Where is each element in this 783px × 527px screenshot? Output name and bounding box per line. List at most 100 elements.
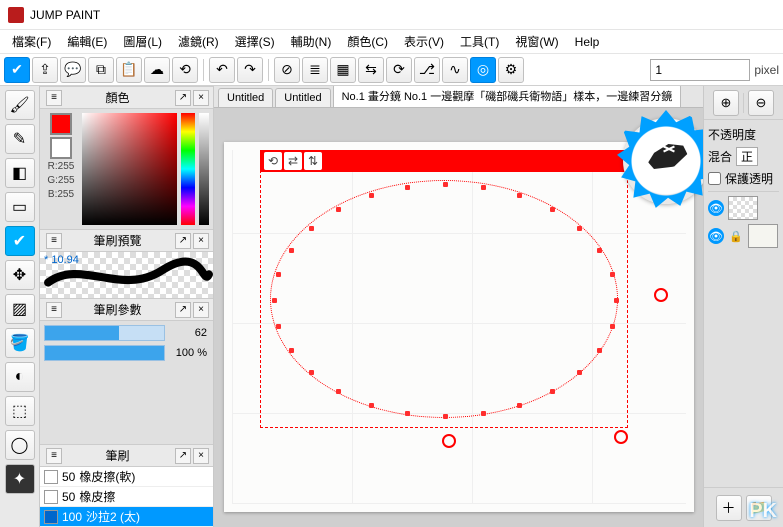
confirm-button[interactable]: ✔ xyxy=(4,57,30,83)
ellipse-anchor[interactable] xyxy=(289,248,294,253)
move-tool[interactable]: ✥ xyxy=(5,260,35,290)
export-button[interactable]: ⇪ xyxy=(32,57,58,83)
settings-icon[interactable]: ⚙ xyxy=(498,57,524,83)
lasso-tool[interactable]: ◯ xyxy=(5,430,35,460)
menu-tool[interactable]: 工具(T) xyxy=(452,31,507,52)
panel-detach-icon[interactable]: ↗ xyxy=(175,233,191,249)
panel-detach-icon[interactable]: ↗ xyxy=(175,302,191,318)
ellipse-anchor[interactable] xyxy=(405,411,410,416)
ellipse-anchor[interactable] xyxy=(550,207,555,212)
blend-select[interactable]: 正 xyxy=(736,147,758,166)
curve-icon[interactable]: ∿ xyxy=(442,57,468,83)
undo-button[interactable]: ↶ xyxy=(209,57,235,83)
brush-row[interactable]: 100 沙拉2 (太) xyxy=(40,507,213,527)
ellipse-anchor[interactable] xyxy=(405,185,410,190)
transform-flip-v-icon[interactable]: ⇅ xyxy=(304,152,322,170)
tab-untitled-1[interactable]: Untitled xyxy=(218,88,273,107)
panel-menu-icon[interactable]: ≡ xyxy=(46,448,62,464)
brush-tool[interactable]: 🖌 xyxy=(5,90,35,120)
ellipse-anchor[interactable] xyxy=(443,414,448,419)
layer-row[interactable]: 👁 xyxy=(708,196,779,220)
redo-alt-button[interactable]: ⟲ xyxy=(172,57,198,83)
layer-row[interactable]: 👁 🔒 xyxy=(708,224,779,248)
panel-menu-icon[interactable]: ≡ xyxy=(46,233,62,249)
ellipse-anchor[interactable] xyxy=(577,370,582,375)
ellipse-anchor[interactable] xyxy=(610,272,615,277)
menu-window[interactable]: 視窗(W) xyxy=(507,31,566,52)
ellipse-anchor[interactable] xyxy=(309,370,314,375)
menu-assist[interactable]: 輔助(N) xyxy=(283,31,340,52)
ellipse-anchor[interactable] xyxy=(610,324,615,329)
transform-flip-h-icon[interactable]: ⇄ xyxy=(284,152,302,170)
panel-menu-icon[interactable]: ≡ xyxy=(46,302,62,318)
ellipse-anchor[interactable] xyxy=(443,182,448,187)
menu-color[interactable]: 顏色(C) xyxy=(339,31,396,52)
ellipse-anchor[interactable] xyxy=(517,403,522,408)
target-icon[interactable]: ◎ xyxy=(470,57,496,83)
shape-tool[interactable]: ▭ xyxy=(5,192,35,222)
panel-menu-icon[interactable]: ≡ xyxy=(46,90,62,106)
eraser-tool[interactable]: ◧ xyxy=(5,158,35,188)
visibility-icon[interactable]: 👁 xyxy=(708,200,724,216)
menu-view[interactable]: 表示(V) xyxy=(396,31,452,52)
menu-select[interactable]: 選擇(S) xyxy=(227,31,283,52)
brush-row[interactable]: 50 橡皮擦 xyxy=(40,487,213,507)
paste-button[interactable]: 📋 xyxy=(116,57,142,83)
ellipse-anchor[interactable] xyxy=(369,403,374,408)
symmetry-icon[interactable]: ⇆ xyxy=(358,57,384,83)
wand-tool[interactable]: ✦ xyxy=(5,464,35,494)
marquee-tool[interactable]: ⬚ xyxy=(5,396,35,426)
foreground-swatch[interactable] xyxy=(50,113,72,135)
panel-close-icon[interactable]: × xyxy=(193,448,209,464)
tab-storyboard[interactable]: No.1 畫分鏡 No.1 一邊觀摩「磯部磯兵衛物語」樣本，一邊練習分鏡 xyxy=(333,86,682,107)
ellipse-anchor[interactable] xyxy=(597,348,602,353)
zoom-out-button[interactable]: ⊖ xyxy=(748,90,774,116)
ellipse-anchor[interactable] xyxy=(336,389,341,394)
cloud-button[interactable]: ☁ xyxy=(144,57,170,83)
lock-icon[interactable]: 🔒 xyxy=(728,228,744,244)
lines-icon[interactable]: ≣ xyxy=(302,57,328,83)
tab-untitled-2[interactable]: Untitled xyxy=(275,88,330,107)
chat-button[interactable]: 💬 xyxy=(60,57,86,83)
panel-detach-icon[interactable]: ↗ xyxy=(175,448,191,464)
selection-ellipse[interactable] xyxy=(270,180,618,418)
menu-edit[interactable]: 編輯(E) xyxy=(59,31,115,52)
panel-close-icon[interactable]: × xyxy=(193,90,209,106)
ellipse-anchor[interactable] xyxy=(369,193,374,198)
opacity-slider[interactable] xyxy=(44,345,165,361)
gradient-tool[interactable]: ◐ xyxy=(5,362,35,392)
menu-layer[interactable]: 圖層(L) xyxy=(115,31,170,52)
copy-button[interactable]: ⧉ xyxy=(88,57,114,83)
ellipse-anchor[interactable] xyxy=(517,193,522,198)
ellipse-anchor[interactable] xyxy=(614,298,619,303)
menu-help[interactable]: Help xyxy=(567,33,608,51)
grid-icon[interactable]: ▦ xyxy=(330,57,356,83)
transform-handle[interactable] xyxy=(442,434,456,448)
branch-icon[interactable]: ⎇ xyxy=(414,57,440,83)
ellipse-anchor[interactable] xyxy=(272,298,277,303)
redo-button[interactable]: ↷ xyxy=(237,57,263,83)
canvas-viewport[interactable]: ⟲ ⇄ ⇅ xyxy=(214,108,703,527)
ellipse-anchor[interactable] xyxy=(336,207,341,212)
ellipse-anchor[interactable] xyxy=(309,226,314,231)
bucket-tool[interactable]: 🪣 xyxy=(5,328,35,358)
brush-row[interactable]: 50 橡皮擦(軟) xyxy=(40,467,213,487)
deny-icon[interactable]: ⊘ xyxy=(274,57,300,83)
background-swatch[interactable] xyxy=(50,137,72,159)
menu-file[interactable]: 檔案(F) xyxy=(4,31,59,52)
visibility-icon[interactable]: 👁 xyxy=(708,228,724,244)
ellipse-anchor[interactable] xyxy=(276,324,281,329)
zoom-in-button[interactable]: ⊕ xyxy=(713,90,739,116)
fill-tool[interactable]: ▨ xyxy=(5,294,35,324)
protect-alpha-checkbox[interactable] xyxy=(708,172,721,185)
ellipse-anchor[interactable] xyxy=(481,185,486,190)
panel-close-icon[interactable]: × xyxy=(193,233,209,249)
ellipse-anchor[interactable] xyxy=(481,411,486,416)
ellipse-anchor[interactable] xyxy=(550,389,555,394)
size-slider[interactable] xyxy=(44,325,165,341)
transform-reset-icon[interactable]: ⟲ xyxy=(264,152,282,170)
new-layer-button[interactable]: ＋ xyxy=(716,495,742,521)
value-slider[interactable] xyxy=(199,113,209,225)
hue-slider[interactable] xyxy=(181,113,195,225)
ellipse-anchor[interactable] xyxy=(289,348,294,353)
